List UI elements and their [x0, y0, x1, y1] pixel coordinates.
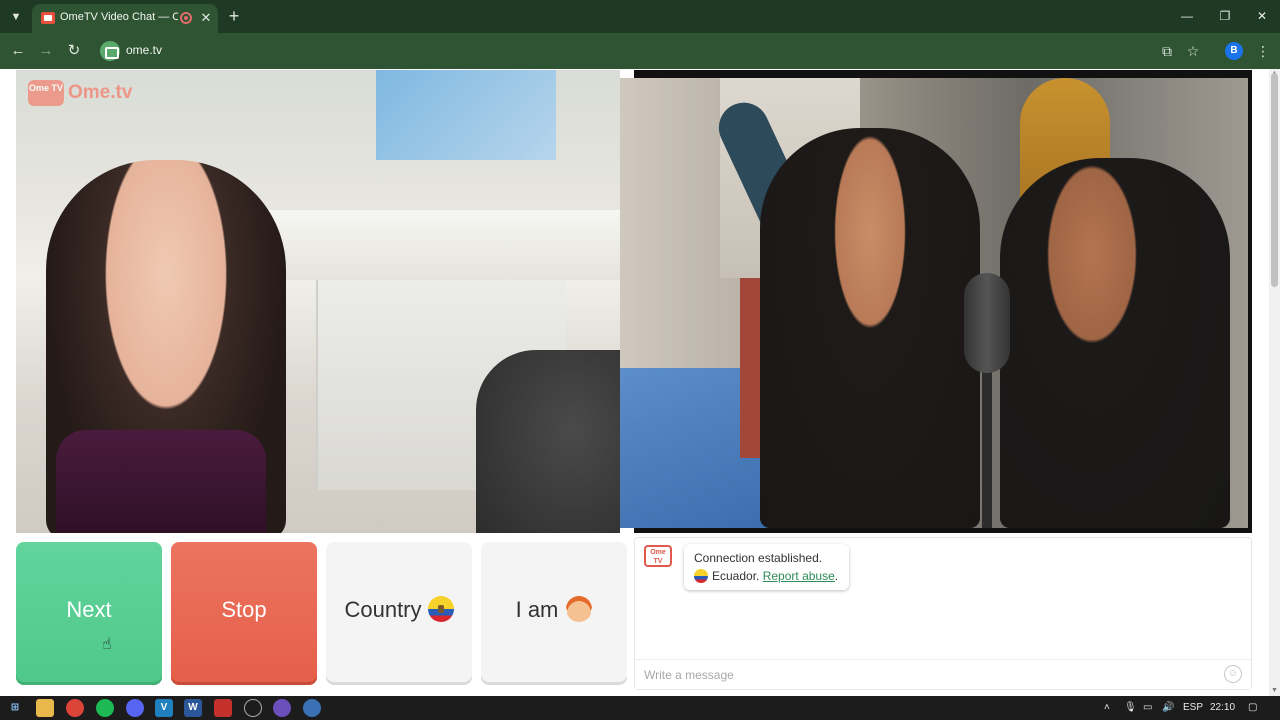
microphone	[964, 273, 1010, 373]
iam-label: I am	[515, 597, 559, 622]
remote-video	[16, 70, 620, 533]
new-tab-button[interactable]: +	[224, 5, 244, 27]
reload-icon[interactable]: ↻	[64, 41, 84, 61]
browser-tabstrip: ▼ OmeTV Video Chat — Ome ✕ + — ❐ ✕	[0, 0, 1280, 33]
vscode-icon[interactable]: V	[155, 699, 173, 717]
partner-country: Ecuador.	[712, 569, 760, 583]
windows-taskbar: ⊞ V W ˄ 🎙 ▭ 🔊 ESP 22:10 ▢	[0, 696, 1280, 720]
report-suffix: .	[834, 569, 839, 583]
ometv-chat-logo-icon: Ome TV	[644, 545, 672, 567]
hand-cursor-icon: ☝	[102, 636, 112, 653]
stop-button[interactable]: Stop	[171, 542, 317, 685]
word-icon[interactable]: W	[184, 699, 202, 717]
file-explorer-icon[interactable]	[36, 699, 54, 717]
windows-start-icon[interactable]: ⊞	[6, 699, 24, 717]
chat-panel: Ome TV Connection established. Ecuador. …	[634, 537, 1252, 690]
tab-close-icon[interactable]: ✕	[198, 9, 214, 27]
url-text[interactable]: ome.tv	[126, 43, 162, 57]
profile-avatar[interactable]: B	[1225, 42, 1243, 60]
stop-label: Stop	[221, 597, 267, 622]
local-person-left	[760, 128, 980, 528]
chrome-active-icon[interactable]	[303, 699, 321, 717]
browser-toolbar: ← → ↻ ome.tv ⧉ ☆ B ⋮	[0, 33, 1280, 69]
microphone-icon[interactable]: 🎙	[1124, 700, 1137, 716]
language-indicator[interactable]: ESP	[1183, 700, 1203, 716]
maximize-button[interactable]: ❐	[1210, 6, 1240, 26]
system-message: Connection established. Ecuador. Report …	[684, 544, 849, 590]
clock[interactable]: 22:10	[1210, 700, 1235, 716]
address-bar[interactable]: ome.tv	[96, 37, 1152, 65]
local-video	[620, 78, 1248, 528]
report-abuse-link[interactable]: Report abuse	[763, 569, 835, 583]
remote-person-2	[476, 350, 620, 533]
country-label: Country	[344, 597, 422, 622]
recording-indicator-icon	[180, 12, 192, 24]
close-window-button[interactable]: ✕	[1247, 6, 1277, 26]
ecuador-flag-small-icon	[694, 569, 708, 583]
tray-chevron-icon[interactable]: ˄	[1104, 700, 1110, 716]
forward-icon[interactable]: →	[36, 41, 56, 61]
chrome-icon[interactable]	[66, 699, 84, 717]
partner-country-line: Ecuador. Report abuse.	[694, 569, 838, 583]
country-button[interactable]: Country	[326, 542, 472, 685]
next-button[interactable]: Next	[16, 542, 162, 685]
remote-person-shirt	[56, 430, 266, 533]
ometv-favicon-icon	[41, 12, 55, 24]
site-info-icon[interactable]	[100, 41, 120, 61]
minimize-button[interactable]: —	[1172, 6, 1202, 26]
page-scrollbar[interactable]: ▲ ▼	[1269, 69, 1280, 696]
brand-name: Ome.tv	[68, 82, 133, 103]
boy-emoji-icon	[566, 596, 593, 623]
network-icon[interactable]: ▭	[1143, 700, 1152, 716]
tab-title: OmeTV Video Chat — Ome	[60, 11, 178, 23]
wall-poster	[376, 70, 556, 160]
volume-icon[interactable]: 🔊	[1162, 700, 1174, 716]
discord-icon[interactable]	[126, 699, 144, 717]
browser-menu-icon[interactable]: ⋮	[1254, 42, 1272, 60]
local-person-right	[1000, 158, 1230, 528]
spotify-icon[interactable]	[96, 699, 114, 717]
emoji-picker-icon[interactable]: ☺	[1224, 665, 1242, 683]
back-icon[interactable]: ←	[8, 41, 28, 61]
bookmark-star-icon[interactable]: ☆	[1184, 42, 1202, 60]
connection-status-text: Connection established.	[694, 551, 823, 565]
chat-message-input[interactable]	[635, 659, 1251, 689]
notifications-icon[interactable]: ▢	[1248, 700, 1257, 716]
browser-tab-ometv[interactable]: OmeTV Video Chat — Ome ✕	[32, 4, 218, 33]
app-o-icon[interactable]	[273, 699, 291, 717]
ecuador-flag-icon	[427, 596, 454, 623]
next-label: Next	[66, 597, 112, 622]
scroll-thumb[interactable]	[1271, 73, 1278, 287]
tab-search-icon[interactable]: ▼	[6, 7, 26, 27]
cast-icon[interactable]: ⧉	[1158, 42, 1176, 60]
scroll-down-arrow-icon[interactable]: ▼	[1269, 686, 1280, 696]
video-editor-icon[interactable]	[214, 699, 232, 717]
ometv-logo-icon: Ome TV	[28, 80, 64, 106]
gender-button[interactable]: I am	[481, 542, 627, 685]
obs-icon[interactable]	[244, 699, 262, 717]
mic-stand	[982, 368, 992, 528]
